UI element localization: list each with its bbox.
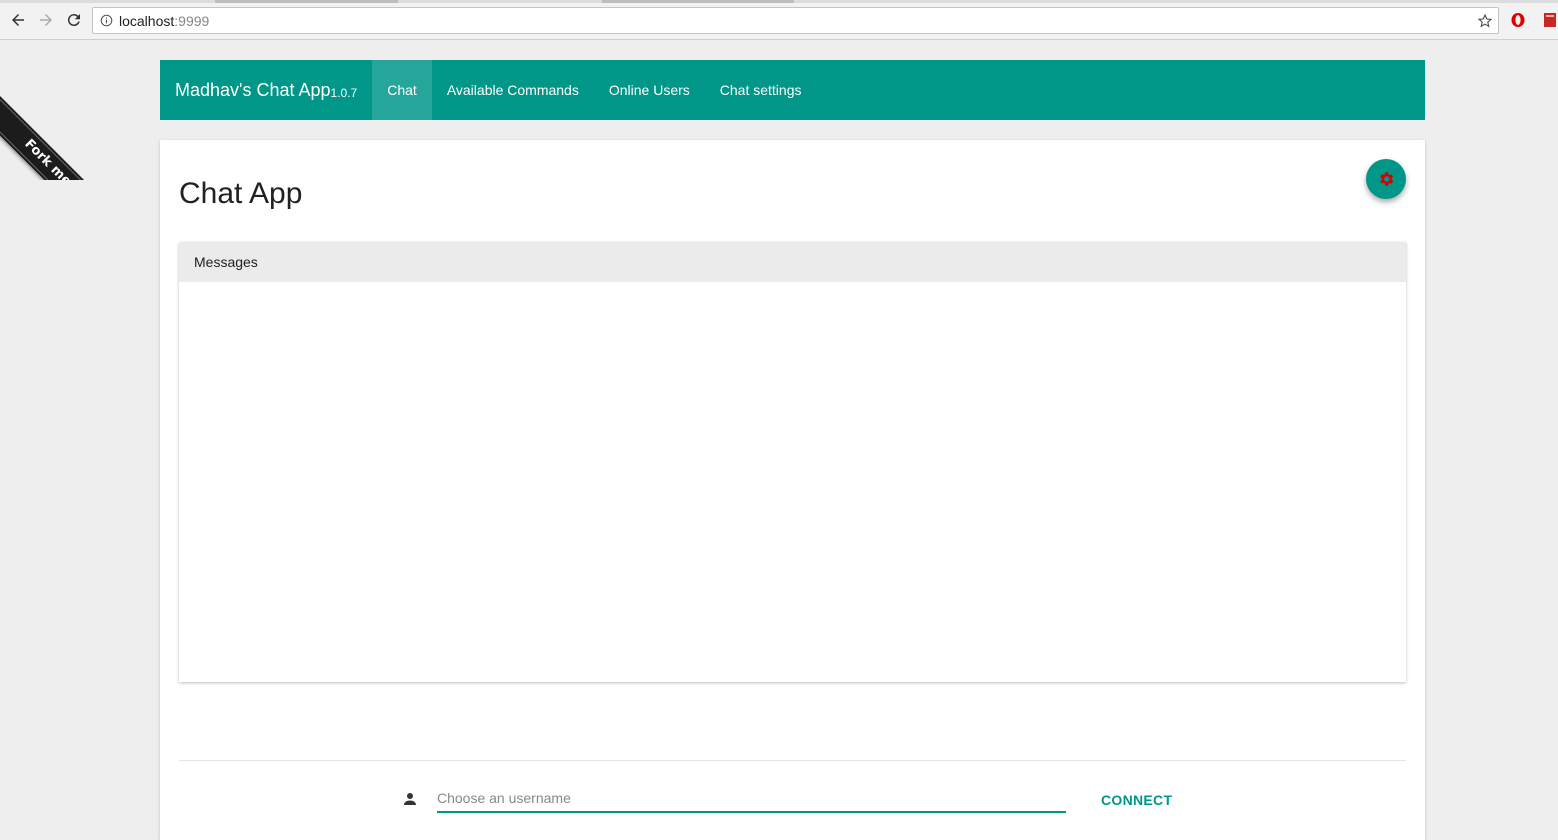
star-icon[interactable] xyxy=(1477,13,1493,29)
opera-icon[interactable] xyxy=(1510,12,1526,28)
extension-icon[interactable] xyxy=(1542,12,1558,28)
nav-item-chat[interactable]: Chat xyxy=(372,60,432,120)
url-port: :9999 xyxy=(174,13,210,29)
reload-icon xyxy=(67,14,80,27)
divider xyxy=(179,760,1406,761)
nav-item-chat-settings[interactable]: Chat settings xyxy=(705,60,817,120)
forward-button[interactable] xyxy=(36,10,56,30)
app-navbar: Madhav's Chat App 1.0.7 Chat Available Co… xyxy=(160,60,1425,120)
connect-button[interactable]: CONNECT xyxy=(1090,788,1183,812)
nav-item-available-commands[interactable]: Available Commands xyxy=(432,60,594,120)
info-icon[interactable] xyxy=(100,14,113,27)
nav-item-online-users[interactable]: Online Users xyxy=(594,60,705,120)
settings-fab-button[interactable] xyxy=(1366,159,1406,199)
fork-ribbon-link[interactable]: Fork me on GitHub xyxy=(0,96,170,180)
gear-icon xyxy=(1380,172,1394,186)
page-title: Chat App xyxy=(179,177,303,210)
arrow-right-icon xyxy=(40,14,52,26)
person-icon xyxy=(404,793,416,805)
messages-header: Messages xyxy=(179,242,1406,282)
browser-toolbar: localhost:9999 xyxy=(0,0,1558,40)
reload-button[interactable] xyxy=(64,10,84,30)
main-card: Chat App Messages CONNECT xyxy=(160,140,1425,840)
arrow-left-icon xyxy=(12,14,24,26)
messages-panel: Messages xyxy=(179,242,1406,682)
brand-link[interactable]: Madhav's Chat App 1.0.7 xyxy=(160,60,372,120)
username-input[interactable] xyxy=(437,785,1066,813)
github-ribbon-area: Fork me on GitHub xyxy=(0,40,170,180)
brand-version: 1.0.7 xyxy=(330,86,358,100)
brand-name: Madhav's Chat App xyxy=(175,79,331,100)
address-bar[interactable]: localhost:9999 xyxy=(92,7,1499,34)
back-button[interactable] xyxy=(8,10,28,30)
tab-strip xyxy=(0,0,1558,3)
url-host: localhost xyxy=(119,13,175,29)
url-text: localhost:9999 xyxy=(119,13,209,29)
